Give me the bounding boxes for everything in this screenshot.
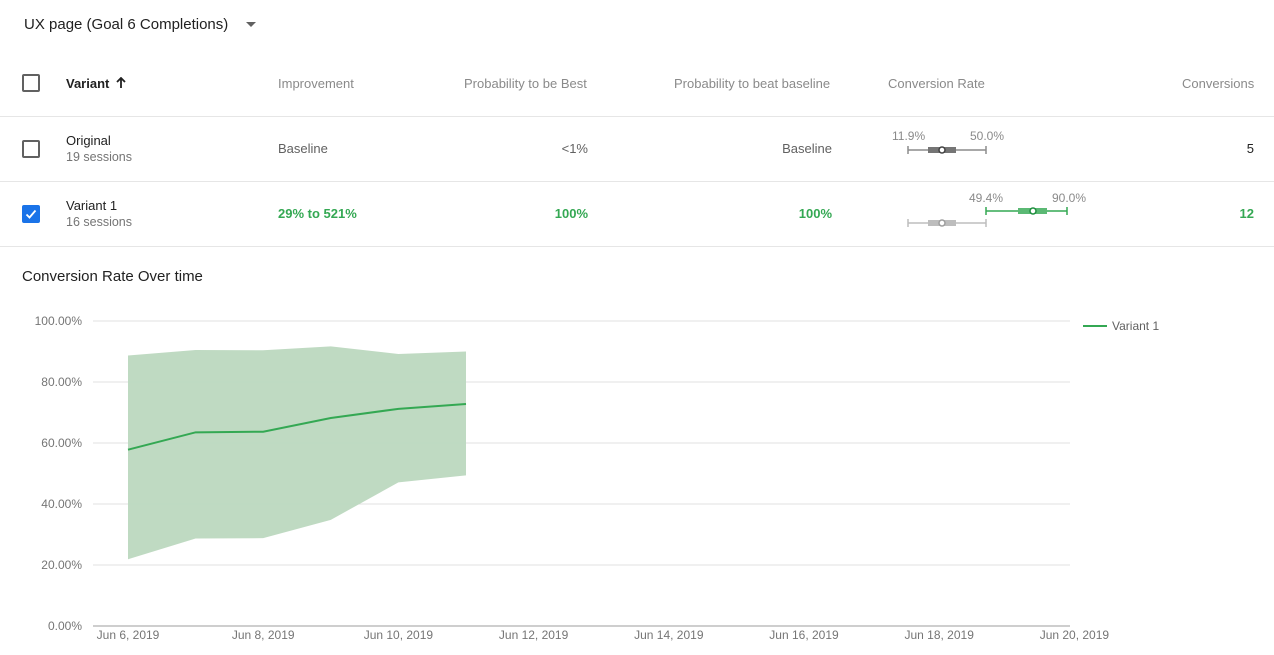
y-tick-label: 40.00% — [41, 497, 82, 511]
y-tick-label: 80.00% — [41, 375, 82, 389]
column-header-conversions[interactable]: Conversions — [1182, 76, 1254, 91]
prob-best-value: 100% — [554, 206, 588, 221]
report-selector-label: UX page (Goal 6 Completions) — [24, 16, 229, 33]
prob-beat-baseline-value: 100% — [798, 206, 832, 221]
column-header-prob-best[interactable]: Probability to be Best — [464, 76, 587, 91]
row-checkbox-variant-1[interactable] — [22, 205, 40, 223]
x-tick-label: Jun 16, 2019 — [769, 628, 839, 642]
x-tick-label: Jun 20, 2019 — [1040, 628, 1110, 642]
x-tick-label: Jun 6, 2019 — [97, 628, 160, 642]
conversion-rate-interval-variant-1 — [907, 207, 1068, 227]
table-header-row: Variant Improvement Probability to be Be… — [0, 50, 1274, 117]
x-tick-label: Jun 12, 2019 — [499, 628, 569, 642]
y-tick-label: 100.00% — [35, 314, 83, 328]
ci-low-label: 11.9% — [892, 129, 926, 143]
y-tick-label: 60.00% — [41, 436, 82, 450]
table-row: Variant 1 16 sessions 29% to 521% 100% 1… — [0, 182, 1274, 247]
x-tick-label: Jun 14, 2019 — [634, 628, 704, 642]
select-all-checkbox[interactable] — [22, 74, 40, 92]
improvement-value: 29% to 521% — [278, 206, 357, 221]
conversion-rate-interval-original — [907, 146, 987, 154]
column-header-variant[interactable]: Variant — [66, 76, 127, 91]
x-tick-label: Jun 10, 2019 — [364, 628, 434, 642]
ci-low-label: 49.4% — [969, 191, 1004, 205]
ci-high-label: 90.0% — [1052, 191, 1087, 205]
row-checkbox-original[interactable] — [22, 140, 40, 158]
x-tick-label: Jun 8, 2019 — [232, 628, 295, 642]
y-tick-label: 0.00% — [48, 619, 82, 633]
column-header-improvement[interactable]: Improvement — [278, 76, 354, 91]
sort-arrow-up-icon — [116, 76, 126, 88]
table-row: Original 19 sessions Baseline <1% Baseli… — [0, 117, 1274, 182]
report-selector-dropdown[interactable]: UX page (Goal 6 Completions) — [24, 16, 257, 33]
conversion-rate-chart: 0.00% 20.00% 40.00% 60.00% 80.00% 100.00% Jun … — [35, 314, 1110, 642]
conversions-value: 5 — [1246, 141, 1254, 156]
variant-sessions: 16 sessions — [66, 215, 133, 229]
chevron-down-icon — [246, 22, 257, 27]
prob-beat-baseline-value: Baseline — [782, 141, 832, 156]
variant-name: Variant 1 — [66, 198, 118, 213]
x-tick-label: Jun 18, 2019 — [904, 628, 974, 642]
legend-swatch — [1083, 325, 1107, 327]
y-tick-label: 20.00% — [41, 558, 82, 572]
checkmark-icon — [25, 209, 37, 219]
ci-high-label: 50.0% — [970, 129, 1005, 143]
improvement-value: Baseline — [278, 141, 328, 156]
prob-best-value: <1% — [561, 141, 588, 156]
confidence-band — [128, 346, 466, 560]
chart-title: Conversion Rate Over time — [22, 268, 203, 285]
variant-sessions: 19 sessions — [66, 150, 133, 164]
column-header-conversion-rate[interactable]: Conversion Rate — [888, 76, 985, 91]
column-header-prob-beat-baseline[interactable]: Probability to beat baseline — [674, 76, 830, 91]
chart-legend-variant-1[interactable]: Variant 1 — [1083, 319, 1159, 333]
column-header-variant-label: Variant — [66, 76, 110, 91]
legend-label: Variant 1 — [1112, 319, 1160, 333]
variant-name: Original — [66, 133, 111, 148]
conversions-value: 12 — [1239, 206, 1254, 221]
